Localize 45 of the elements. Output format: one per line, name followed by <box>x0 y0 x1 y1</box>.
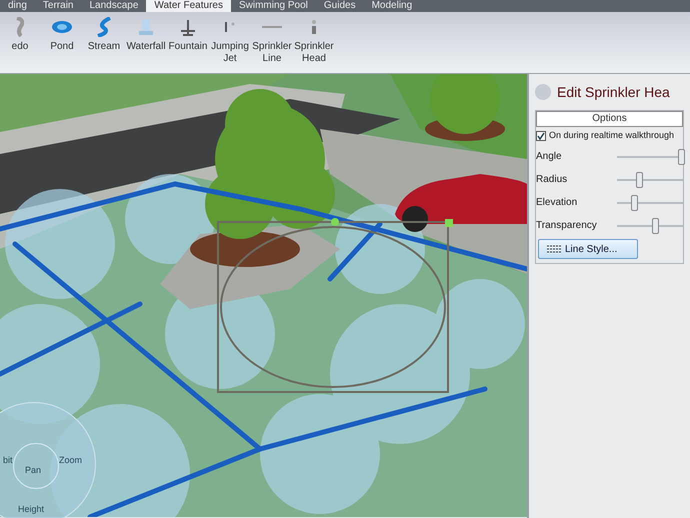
wheel-zoom-label[interactable]: Zoom <box>59 455 82 465</box>
tab[interactable]: Modeling <box>364 0 420 12</box>
slider-thumb[interactable] <box>636 172 643 188</box>
slider-label: Elevation <box>536 196 578 210</box>
line-style-icon <box>547 245 561 253</box>
tab[interactable]: Swimming Pool <box>230 0 316 12</box>
line-style-button[interactable]: Line Style... <box>538 239 638 259</box>
tool-button[interactable]: Pond <box>42 12 82 53</box>
tool-button[interactable]: Sprinkler Head <box>294 12 334 65</box>
wheel-hub <box>13 443 59 489</box>
slider[interactable] <box>617 194 683 210</box>
section-header: Options <box>536 111 683 127</box>
tab[interactable]: ding <box>0 0 35 12</box>
checkbox[interactable] <box>536 131 546 141</box>
tool-button[interactable]: Jumping Jet <box>210 12 250 65</box>
tab[interactable]: Landscape <box>81 0 146 12</box>
slider-label: Angle <box>536 150 563 164</box>
slider-label: Transparency <box>536 219 598 233</box>
slider-thumb[interactable] <box>630 194 638 210</box>
slider[interactable] <box>617 172 683 188</box>
stream-tool-icon <box>97 17 111 37</box>
tab[interactable]: Terrain <box>34 0 82 12</box>
tool-button[interactable]: Waterfall <box>126 12 166 53</box>
slider-thumb[interactable] <box>652 218 659 234</box>
jet-tool-icon <box>224 21 236 33</box>
slider[interactable] <box>617 218 683 234</box>
tool-button[interactable]: edo <box>0 12 40 53</box>
tab[interactable]: Water Features <box>146 0 231 12</box>
checkbox-option[interactable]: On during realtime walkthrough <box>536 127 683 145</box>
tool-button[interactable]: Fountain <box>168 12 208 53</box>
head-tool-icon <box>311 19 317 35</box>
wheel-pan-label[interactable]: Pan <box>25 465 42 475</box>
pond-tool-icon <box>51 20 73 34</box>
line-tool-icon <box>261 26 283 28</box>
tool-button[interactable]: Sprinkler Line <box>252 12 292 65</box>
slider-label: Radius <box>536 173 568 187</box>
panel-title: Edit Sprinkler Hea <box>557 82 670 102</box>
slider[interactable] <box>617 148 683 164</box>
waterfall-tool-icon <box>138 18 154 36</box>
slider-thumb[interactable] <box>678 148 686 164</box>
wheel-height-label[interactable]: Height <box>18 504 44 514</box>
tool-button[interactable]: Stream <box>84 12 124 53</box>
tab[interactable]: Guides <box>316 0 364 12</box>
fountain-tool-icon <box>180 18 196 36</box>
wheel-orbit-label[interactable]: bit <box>3 455 13 465</box>
